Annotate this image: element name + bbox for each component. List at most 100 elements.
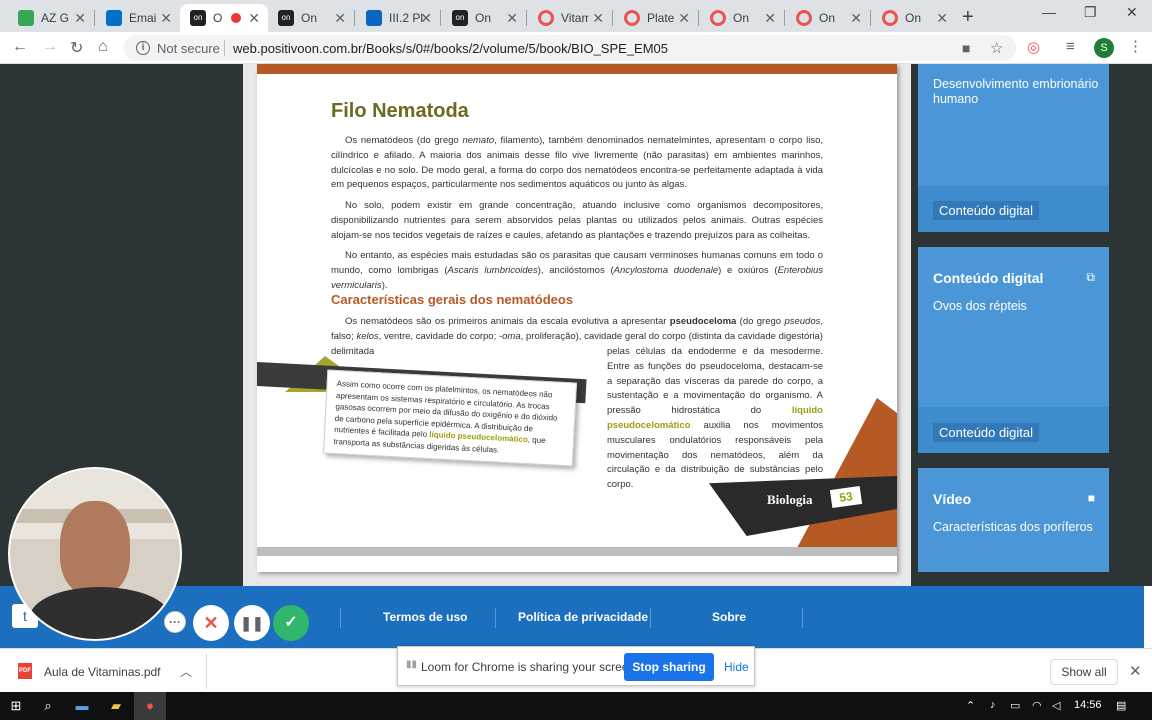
tab-on-3[interactable]: On ✕ (700, 4, 784, 32)
tab-title: O (213, 11, 223, 25)
video-card[interactable]: Vídeo ■ Características dos poríferos (918, 468, 1109, 572)
page-scrollbar[interactable] (257, 547, 897, 556)
playlist-icon[interactable]: ≡ (1066, 38, 1075, 55)
download-file-name[interactable]: Aula de Vitaminas.pdf (44, 665, 161, 679)
cancel-recording-button[interactable]: ✕ (193, 605, 229, 641)
restore-icon[interactable]: ❐ (1084, 4, 1097, 21)
reload-icon[interactable]: ↻ (70, 38, 83, 58)
camera-icon[interactable]: ■ (962, 40, 970, 56)
clock[interactable]: 14:56 (1074, 699, 1102, 711)
callout-box: Assim como ocorre com os platelmintos, o… (322, 369, 578, 467)
webcam-bubble[interactable] (8, 467, 182, 641)
presenter-face (60, 501, 130, 595)
tab-title: Vitam (561, 11, 589, 25)
tab-on-4[interactable]: On ✕ (786, 4, 870, 32)
share-message: Loom for Chrome is sharing your screen. (421, 660, 639, 674)
microphone-icon[interactable]: ♪ (990, 699, 996, 711)
close-tab-icon[interactable]: ✕ (334, 10, 346, 27)
page-title: Filo Nematoda (331, 100, 469, 122)
book-page: Filo Nematoda Os nematódeos (do grego ne… (257, 64, 897, 572)
menu-icon[interactable]: ⋮ (1128, 37, 1143, 55)
close-tab-icon[interactable]: ✕ (74, 10, 86, 27)
close-tab-icon[interactable]: ✕ (592, 10, 604, 27)
close-tab-icon[interactable]: ✕ (764, 10, 776, 27)
tab-linkedin[interactable]: III.2 Pl ✕ (356, 4, 440, 32)
close-icon[interactable]: ✕ (1129, 662, 1142, 680)
battery-icon[interactable]: ▭ (1010, 699, 1020, 712)
card-subtitle: Características dos poríferos (933, 520, 1093, 534)
digital-content-card-1[interactable]: Desenvolvimento embrionário humano Conte… (918, 64, 1109, 232)
site-icon (538, 10, 554, 26)
tab-title: On (475, 11, 492, 25)
tab-az[interactable]: AZ Gr ✕ (8, 4, 94, 32)
drag-handle-icon[interactable]: ▮▮ (406, 659, 417, 670)
back-icon[interactable]: ← (12, 38, 28, 56)
home-icon[interactable]: ⌂ (98, 38, 108, 56)
terms-link[interactable]: Termos de uso (383, 610, 467, 624)
chevron-up-icon[interactable]: ︿ (180, 663, 192, 680)
chevron-up-icon[interactable]: ⌃ (966, 699, 975, 712)
card-subtitle: Ovos dos répteis (933, 299, 1027, 313)
close-tab-icon[interactable]: ✕ (850, 10, 862, 27)
tab-on-2[interactable]: on On ✕ (442, 4, 526, 32)
wifi-icon[interactable]: ◠ (1032, 699, 1042, 712)
loom-extension-icon[interactable]: ◎ (1027, 38, 1040, 56)
digital-content-card-2[interactable]: Conteúdo digital ⧉ Ovos dos répteis Cont… (918, 247, 1109, 453)
search-icon[interactable]: ⌕ (32, 692, 64, 720)
url-text[interactable]: web.positivoon.com.br/Books/s/0#/books/2… (233, 41, 668, 56)
tab-on-1[interactable]: on On ✕ (268, 4, 354, 32)
video-camera-icon[interactable]: ■ (1088, 491, 1095, 505)
more-options-icon[interactable]: ··· (164, 611, 186, 633)
outlook-icon (106, 10, 122, 26)
close-tab-icon[interactable]: ✕ (248, 10, 260, 27)
positivo-on-icon: on (452, 10, 468, 26)
new-tab-button[interactable]: + (962, 6, 974, 29)
privacy-link[interactable]: Política de privacidade (518, 610, 648, 624)
tab-title: On (733, 11, 750, 25)
forward-icon[interactable]: → (42, 38, 58, 56)
mail-icon[interactable]: ▬ (66, 692, 98, 720)
tab-email[interactable]: Email ✕ (96, 4, 180, 32)
info-icon[interactable]: i (136, 41, 150, 55)
digital-content-link[interactable]: Conteúdo digital (933, 423, 1039, 442)
card-subtitle: Desenvolvimento embrionário humano (933, 77, 1099, 106)
close-window-icon[interactable]: ✕ (1126, 4, 1138, 21)
avatar[interactable]: S (1094, 38, 1114, 58)
positivo-on-icon: on (278, 10, 294, 26)
close-tab-icon[interactable]: ✕ (160, 10, 172, 27)
volume-icon[interactable]: ◁ (1052, 699, 1060, 712)
link-icon[interactable]: ⧉ (1086, 270, 1095, 285)
notification-icon[interactable]: ▤ (1116, 699, 1126, 712)
close-tab-icon[interactable]: ✕ (936, 10, 948, 27)
stop-sharing-button[interactable]: Stop sharing (624, 653, 714, 681)
digital-content-link[interactable]: Conteúdo digital (933, 201, 1039, 220)
paragraph-1: Os nematódeos (do grego nemato, filament… (331, 135, 823, 191)
subject-label: Biologia (767, 492, 813, 507)
paragraph-5: pelas células da endoderme e da mesoderm… (607, 346, 823, 491)
browser-toolbar: ← → ↻ ⌂ i Not secure web.positivoon.com.… (0, 32, 1152, 64)
close-tab-icon[interactable]: ✕ (506, 10, 518, 27)
about-link[interactable]: Sobre (712, 610, 746, 624)
tab-vitaminas[interactable]: Vitam ✕ (528, 4, 612, 32)
tab-title: Email (129, 11, 157, 25)
recording-icon (231, 13, 241, 23)
folder-icon[interactable]: ▰ (100, 692, 132, 720)
show-all-button[interactable]: Show all (1050, 659, 1118, 685)
site-icon (710, 10, 726, 26)
address-bar[interactable]: i Not secure web.positivoon.com.br/Books… (124, 35, 1016, 61)
chrome-icon[interactable]: ● (134, 692, 166, 720)
tab-platelmintos[interactable]: Platel ✕ (614, 4, 698, 32)
tab-on-5[interactable]: On ✕ (872, 4, 956, 32)
finish-recording-button[interactable]: ✓ (273, 605, 309, 641)
minimize-icon[interactable]: — (1042, 4, 1056, 20)
paragraph-2: No solo, podem existir em grande concent… (331, 200, 823, 241)
tab-active[interactable]: on O ✕ (180, 4, 268, 32)
windows-start-icon[interactable]: ⊞ (0, 692, 32, 720)
star-icon[interactable]: ☆ (990, 39, 1003, 57)
close-tab-icon[interactable]: ✕ (420, 10, 432, 27)
hide-button[interactable]: Hide (724, 660, 749, 674)
windows-taskbar: ⊞ ⌕ ▬ ▰ ● ⌃ ♪ ▭ ◠ ◁ 14:56 ▤ (0, 692, 1152, 720)
close-tab-icon[interactable]: ✕ (678, 10, 690, 27)
pause-recording-button[interactable]: ❚❚ (234, 605, 270, 641)
section-heading: Características gerais dos nematódeos (331, 292, 574, 307)
